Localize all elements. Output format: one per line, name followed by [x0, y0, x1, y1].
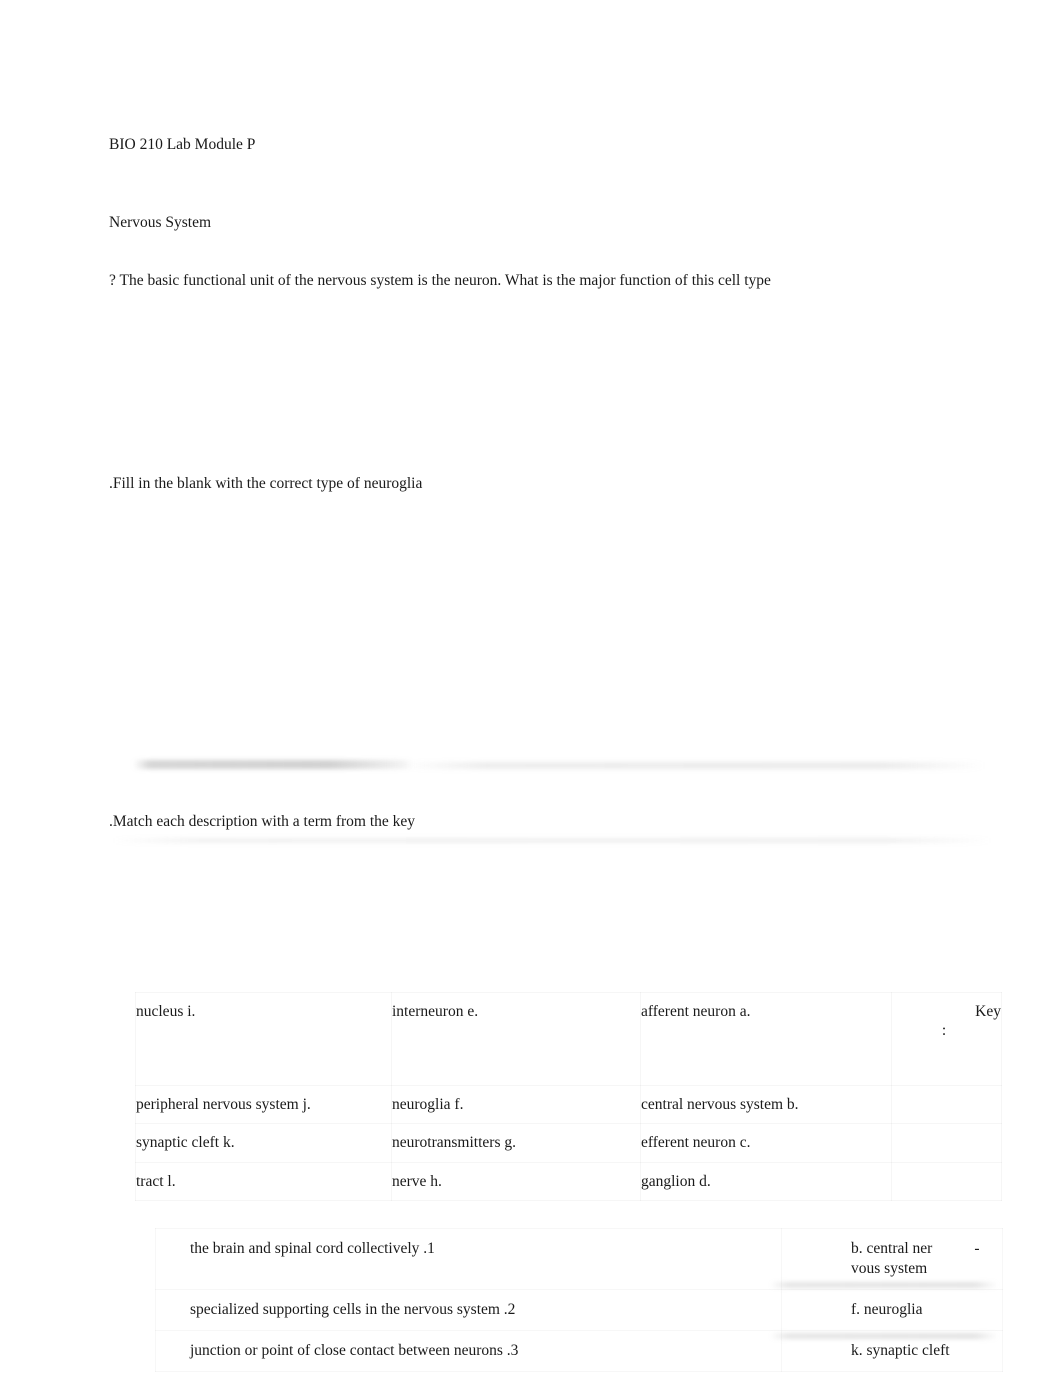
key-cell-e: interneuron e. — [392, 993, 641, 1086]
match-answer-1: b. central ner - vous system — [782, 1229, 1002, 1289]
question-3-text: .Match each description with a term from… — [109, 813, 416, 830]
match-answer-3: k. synaptic cleft — [851, 1341, 950, 1359]
match-description-cell-3: junction or point of close contact betwe… — [156, 1330, 782, 1371]
scan-smudge-band-upper — [133, 760, 413, 769]
question-1-text: ? The basic functional unit of the nervo… — [109, 272, 771, 289]
scan-smudge-band-lower — [112, 838, 992, 843]
key-cell-c: efferent neuron c. — [641, 1124, 892, 1162]
match-description-1: the brain and spinal cord collectively .… — [190, 1240, 435, 1257]
match-description-cell-1: the brain and spinal cord collectively .… — [156, 1229, 782, 1290]
match-answer-cell-3[interactable]: k. synaptic cleft — [782, 1330, 1003, 1371]
key-term-interneuron: interneuron e. — [392, 1003, 479, 1020]
key-label: Key — [975, 1003, 1001, 1020]
match-answer-cell-1[interactable]: b. central ner - vous system — [782, 1229, 1003, 1290]
key-cell-j: peripheral nervous system j. — [136, 1085, 392, 1123]
key-cell-f: neuroglia f. — [392, 1085, 641, 1123]
key-cell-g: neurotransmitters g. — [392, 1124, 641, 1162]
table-row: specialized supporting cells in the nerv… — [156, 1289, 1003, 1330]
key-cell-i: nucleus i. — [136, 993, 392, 1086]
table-row: junction or point of close contact betwe… — [156, 1330, 1003, 1371]
document-page: BIO 210 Lab Module P Nervous System ? Th… — [0, 0, 1062, 1377]
key-term-efferent-neuron: efferent neuron c. — [641, 1134, 751, 1152]
key-terms-table: nucleus i. interneuron e. afferent neuro… — [135, 992, 1002, 1201]
match-answer-cell-2[interactable]: f. neuroglia — [782, 1289, 1003, 1330]
key-cell-empty-3 — [892, 1162, 1002, 1200]
match-description-3: junction or point of close contact betwe… — [190, 1341, 519, 1359]
document-title: BIO 210 Lab Module P — [109, 136, 256, 153]
key-term-ganglion: ganglion d. — [641, 1172, 711, 1190]
key-term-central-nervous-system: central nervous system b. — [641, 1095, 799, 1113]
key-term-nucleus: nucleus i. — [136, 1003, 196, 1020]
key-term-synaptic-cleft: synaptic cleft k. — [136, 1134, 235, 1152]
match-answer-1-hyphen: - — [974, 1240, 980, 1257]
key-cell-l: tract l. — [136, 1162, 392, 1200]
key-table-row: nucleus i. interneuron e. afferent neuro… — [136, 993, 1002, 1086]
key-label-colon: : — [941, 1022, 947, 1040]
key-term-nerve: nerve h. — [392, 1172, 442, 1190]
key-term-afferent-neuron: afferent neuron a. — [641, 1003, 751, 1020]
key-cell-d: ganglion d. — [641, 1162, 892, 1200]
match-answer-1-line2: vous system — [851, 1259, 928, 1277]
key-term-tract: tract l. — [136, 1172, 176, 1190]
table-row: the brain and spinal cord collectively .… — [156, 1229, 1003, 1290]
question-2-text: .Fill in the blank with the correct type… — [109, 475, 423, 492]
key-label-block: Key : — [892, 993, 1001, 1085]
key-table-row: synaptic cleft k. neurotransmitters g. e… — [136, 1124, 1002, 1162]
match-answer-1-line1: b. central ner — [851, 1240, 933, 1257]
key-cell-h: nerve h. — [392, 1162, 641, 1200]
match-description-2: specialized supporting cells in the nerv… — [190, 1300, 516, 1318]
match-description-cell-2: specialized supporting cells in the nerv… — [156, 1289, 782, 1330]
key-table-row: tract l. nerve h. ganglion d. — [136, 1162, 1002, 1200]
scan-smudge-band-upper-right — [405, 762, 985, 769]
key-cell-empty-1 — [892, 1085, 1002, 1123]
match-answer-2: f. neuroglia — [851, 1300, 923, 1318]
key-term-neuroglia: neuroglia f. — [392, 1095, 464, 1113]
key-table-row: peripheral nervous system j. neuroglia f… — [136, 1085, 1002, 1123]
key-term-peripheral-nervous-system: peripheral nervous system j. — [136, 1095, 311, 1113]
key-cell-label: Key : — [892, 993, 1002, 1086]
key-cell-k: synaptic cleft k. — [136, 1124, 392, 1162]
key-term-neurotransmitters: neurotransmitters g. — [392, 1134, 516, 1152]
matching-items-table: the brain and spinal cord collectively .… — [155, 1228, 1003, 1372]
key-cell-a: afferent neuron a. — [641, 993, 892, 1086]
key-cell-b: central nervous system b. — [641, 1085, 892, 1123]
key-cell-empty-2 — [892, 1124, 1002, 1162]
section-title: Nervous System — [109, 214, 212, 231]
